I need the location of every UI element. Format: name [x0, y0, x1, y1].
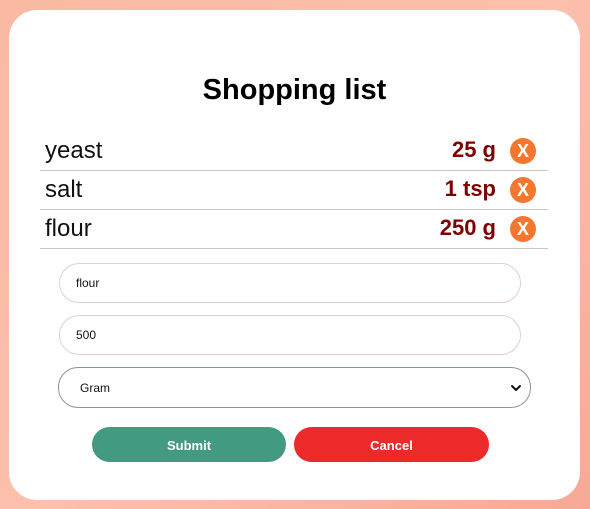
item-amount-input[interactable] — [59, 315, 521, 355]
shopping-list: yeast 25 g X salt 1 tsp X flour 250 g X — [40, 132, 548, 249]
delete-item-button[interactable]: X — [510, 177, 536, 203]
item-name-input[interactable] — [59, 263, 521, 303]
submit-button[interactable]: Submit — [92, 427, 286, 462]
list-item: flour 250 g X — [40, 210, 548, 249]
delete-item-button[interactable]: X — [510, 138, 536, 164]
chevron-down-icon — [511, 385, 521, 391]
page-title: Shopping list — [202, 74, 387, 106]
item-name: yeast — [45, 137, 103, 164]
item-name: salt — [45, 176, 83, 203]
list-item: salt 1 tsp X — [40, 171, 548, 210]
unit-select-value: Gram — [80, 381, 110, 395]
item-name: flour — [45, 215, 92, 242]
shopping-list-card: Shopping list yeast 25 g X salt 1 tsp X … — [9, 10, 580, 500]
item-quantity: 1 tsp — [444, 176, 496, 201]
unit-select[interactable]: Gram — [58, 367, 531, 408]
list-item: yeast 25 g X — [40, 132, 548, 171]
item-quantity: 250 g — [439, 215, 496, 240]
item-quantity: 25 g — [451, 137, 496, 162]
cancel-button[interactable]: Cancel — [294, 427, 489, 462]
delete-item-button[interactable]: X — [510, 216, 536, 242]
